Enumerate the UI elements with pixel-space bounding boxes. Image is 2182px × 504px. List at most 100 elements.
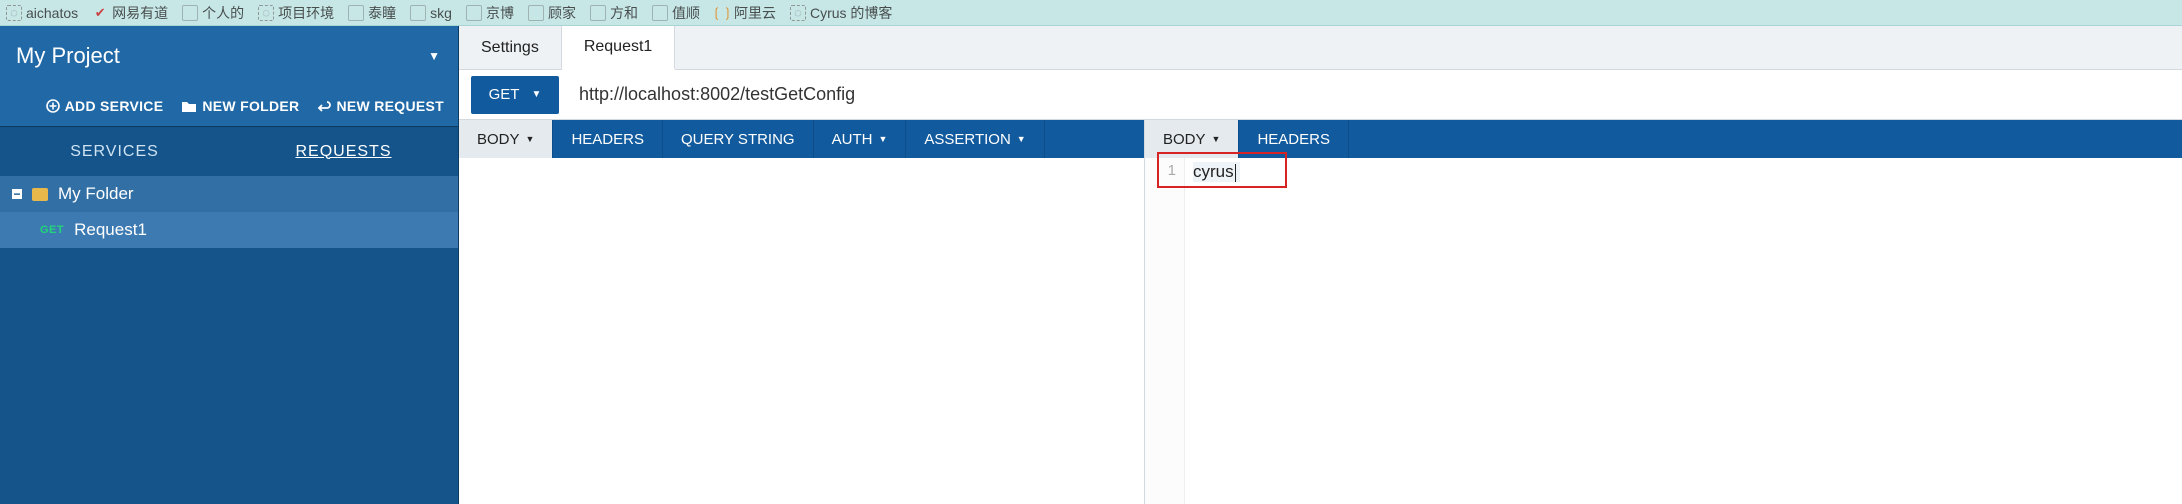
bookmark-bar: ◌aichatos✔网易有道个人的◌项目环境泰瞳skg京博顾家方和值顺❲❳阿里云… — [0, 0, 2182, 26]
request-tree: − My Folder GET Request1 — [0, 176, 458, 248]
pane-tab[interactable]: HEADERS — [1239, 120, 1349, 158]
pane-tab[interactable]: BODY ▼ — [459, 120, 553, 158]
cursor-icon — [1235, 164, 1236, 182]
bookmark-icon — [410, 5, 426, 21]
bookmark-icon — [466, 5, 482, 21]
bookmark-label: 京博 — [486, 3, 514, 23]
bookmark-icon: ✔ — [92, 5, 108, 21]
bookmark-icon — [348, 5, 364, 21]
project-title: My Project — [16, 43, 120, 69]
bookmark-item[interactable]: 方和 — [590, 3, 638, 23]
folder-icon — [32, 188, 48, 201]
bookmark-item[interactable]: ◌项目环境 — [258, 3, 334, 23]
app-root: My Project ▼ ADD SERVICE NEW FOLDER NE — [0, 26, 2182, 504]
bookmark-item[interactable]: ◌aichatos — [6, 5, 78, 21]
folder-icon — [181, 100, 197, 113]
new-request-button[interactable]: NEW REQUEST — [317, 98, 444, 114]
request-body-editor[interactable] — [459, 158, 1144, 504]
bookmark-icon: ◌ — [258, 5, 274, 21]
bookmark-label: 泰瞳 — [368, 3, 396, 23]
sidebar-actions: ADD SERVICE NEW FOLDER NEW REQUEST — [0, 86, 458, 126]
code-area: cyrus — [1185, 158, 2182, 504]
chevron-down-icon: ▼ — [428, 49, 440, 63]
response-body-editor[interactable]: 1 cyrus — [1145, 158, 2182, 504]
pane-tab-label: BODY — [477, 131, 520, 148]
tab-requests[interactable]: REQUESTS — [229, 127, 458, 176]
tab-filler — [1349, 120, 2182, 158]
chevron-down-icon: ▼ — [531, 89, 541, 100]
bookmark-icon — [590, 5, 606, 21]
tree-folder[interactable]: − My Folder — [0, 176, 458, 212]
bookmark-item[interactable]: ◌Cyrus 的博客 — [790, 3, 892, 23]
bookmark-icon — [182, 5, 198, 21]
bookmark-label: 项目环境 — [278, 3, 334, 23]
pane-tab-label: ASSERTION — [924, 131, 1010, 148]
line-gutter: 1 — [1145, 158, 1185, 504]
bookmark-item[interactable]: 顾家 — [528, 3, 576, 23]
tab-filler — [1045, 120, 1144, 158]
chevron-down-icon: ▼ — [1212, 134, 1221, 144]
bookmark-label: 阿里云 — [734, 3, 776, 23]
pane-tab-label: HEADERS — [1257, 131, 1330, 148]
http-method-label: GET — [489, 86, 520, 103]
request-pane-tabs: BODY ▼ HEADERS QUERY STRING AUTH ▼ ASSERTION ▼ — [459, 120, 1144, 158]
sidebar-tabs: SERVICES REQUESTS — [0, 126, 458, 176]
bookmark-icon: ◌ — [790, 5, 806, 21]
bookmark-item[interactable]: 个人的 — [182, 3, 244, 23]
pane-tab[interactable]: HEADERS — [553, 120, 663, 158]
bookmark-item[interactable]: ❲❳阿里云 — [714, 3, 776, 23]
return-icon — [317, 99, 331, 113]
bookmark-item[interactable]: ✔网易有道 — [92, 3, 168, 23]
sidebar: My Project ▼ ADD SERVICE NEW FOLDER NE — [0, 26, 459, 504]
panes: BODY▼HEADERSQUERY STRINGAUTH▼ASSERTION▼ … — [459, 120, 2182, 504]
bookmark-icon — [652, 5, 668, 21]
bookmark-label: aichatos — [26, 5, 78, 21]
plus-circle-icon — [46, 99, 60, 113]
response-pane: BODY ▼ HEADERS 1 cyrus — [1145, 120, 2182, 504]
main-tab[interactable]: Settings — [459, 26, 562, 69]
main-tabstrip: SettingsRequest1 — [459, 26, 2182, 70]
bookmark-item[interactable]: 京博 — [466, 3, 514, 23]
main-tab[interactable]: Request1 — [562, 26, 676, 70]
bookmark-label: skg — [430, 5, 452, 21]
new-folder-label: NEW FOLDER — [202, 98, 299, 114]
pane-tab[interactable]: ASSERTION ▼ — [906, 120, 1044, 158]
bookmark-label: 个人的 — [202, 3, 244, 23]
method-badge: GET — [40, 224, 64, 236]
pane-tab[interactable]: BODY ▼ — [1145, 120, 1239, 158]
bookmark-label: 网易有道 — [112, 3, 168, 23]
bookmark-icon: ◌ — [6, 5, 22, 21]
project-selector[interactable]: My Project ▼ — [0, 26, 458, 86]
main-panel: SettingsRequest1 GET ▼ http://localhost:… — [459, 26, 2182, 504]
tab-services[interactable]: SERVICES — [0, 127, 229, 176]
pane-tab-label: QUERY STRING — [681, 131, 795, 148]
pane-tab[interactable]: AUTH ▼ — [814, 120, 907, 158]
bookmark-item[interactable]: 泰瞳 — [348, 3, 396, 23]
new-request-label: NEW REQUEST — [336, 98, 444, 114]
add-service-button[interactable]: ADD SERVICE — [46, 98, 164, 114]
bookmark-item[interactable]: 值顺 — [652, 3, 700, 23]
add-service-label: ADD SERVICE — [65, 98, 164, 114]
request-bar: GET ▼ http://localhost:8002/testGetConfi… — [459, 70, 2182, 120]
http-method-dropdown[interactable]: GET ▼ — [471, 76, 559, 114]
bookmark-icon — [528, 5, 544, 21]
tree-request-item[interactable]: GET Request1 — [0, 212, 458, 248]
bookmark-icon: ❲❳ — [714, 5, 730, 21]
pane-tab-label: BODY — [1163, 131, 1206, 148]
chevron-down-icon: ▼ — [878, 134, 887, 144]
url-input[interactable]: http://localhost:8002/testGetConfig — [579, 84, 2170, 105]
tree-folder-label: My Folder — [58, 184, 134, 204]
new-folder-button[interactable]: NEW FOLDER — [181, 98, 299, 114]
pane-tab[interactable]: QUERY STRING — [663, 120, 814, 158]
pane-tab-label: AUTH — [832, 131, 873, 148]
chevron-down-icon: ▼ — [1017, 134, 1026, 144]
request-pane: BODY ▼ HEADERS QUERY STRING AUTH ▼ ASSERTION ▼ — [459, 120, 1145, 504]
chevron-down-icon: ▼ — [526, 134, 535, 144]
collapse-icon[interactable]: − — [12, 189, 22, 199]
pane-tab-label: HEADERS — [571, 131, 644, 148]
bookmark-label: Cyrus 的博客 — [810, 3, 892, 23]
response-text: cyrus — [1193, 162, 1240, 182]
bookmark-label: 值顺 — [672, 3, 700, 23]
bookmark-label: 方和 — [610, 3, 638, 23]
bookmark-item[interactable]: skg — [410, 5, 452, 21]
